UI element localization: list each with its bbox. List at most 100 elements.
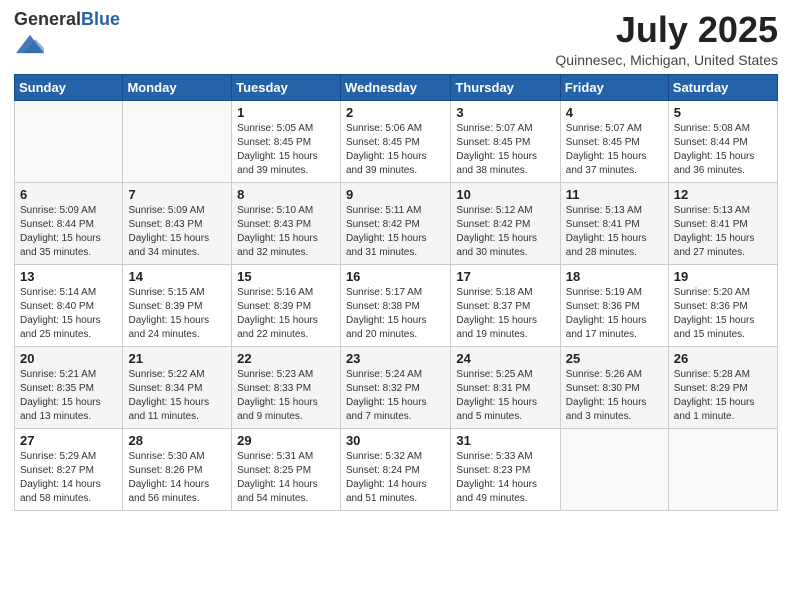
day-number: 25 [566,351,663,366]
day-info: Sunrise: 5:31 AMSunset: 8:25 PMDaylight:… [237,450,335,506]
day-number: 16 [346,269,445,284]
calendar-day-cell: 11 Sunrise: 5:13 AMSunset: 8:41 PMDayligh… [560,182,668,264]
day-info: Sunrise: 5:14 AMSunset: 8:40 PMDaylight:… [20,286,117,342]
day-number: 13 [20,269,117,284]
day-info: Sunrise: 5:29 AMSunset: 8:27 PMDaylight:… [20,450,117,506]
calendar-page: GeneralBlue July 2025 Quinnesec, Michiga… [0,0,792,612]
day-number: 6 [20,187,117,202]
day-number: 9 [346,187,445,202]
day-info: Sunrise: 5:25 AMSunset: 8:31 PMDaylight:… [456,368,554,424]
calendar-day-cell [123,100,232,182]
day-number: 1 [237,105,335,120]
day-number: 19 [674,269,772,284]
col-friday: Friday [560,74,668,100]
day-info: Sunrise: 5:26 AMSunset: 8:30 PMDaylight:… [566,368,663,424]
calendar-day-cell: 7 Sunrise: 5:09 AMSunset: 8:43 PMDaylight… [123,182,232,264]
col-thursday: Thursday [451,74,560,100]
day-number: 26 [674,351,772,366]
day-number: 21 [128,351,226,366]
logo-text: GeneralBlue [14,10,120,30]
logo: GeneralBlue [14,10,120,63]
calendar-day-cell: 17Sunrise: 5:18 AMSunset: 8:37 PMDayligh… [451,264,560,346]
day-number: 29 [237,433,335,448]
calendar-day-cell: 1Sunrise: 5:05 AMSunset: 8:45 PMDaylight… [232,100,341,182]
calendar-day-cell [560,428,668,510]
day-number: 7 [128,187,226,202]
day-info: Sunrise: 5:07 AMSunset: 8:45 PMDaylight:… [566,122,663,178]
day-number: 12 [674,187,772,202]
day-info: Sunrise: 5:16 AMSunset: 8:39 PMDaylight:… [237,286,335,342]
day-info: Sunrise: 5:07 AMSunset: 8:45 PMDaylight:… [456,122,554,178]
day-number: 10 [456,187,554,202]
day-info: Sunrise: 5:24 AMSunset: 8:32 PMDaylight:… [346,368,445,424]
calendar-day-cell: 16 Sunrise: 5:17 AMSunset: 8:38 PMDayligh… [340,264,450,346]
calendar-week-row: 27 Sunrise: 5:29 AMSunset: 8:27 PMDayligh… [15,428,778,510]
day-info: Sunrise: 5:19 AMSunset: 8:36 PMDaylight:… [566,286,663,342]
day-number: 22 [237,351,335,366]
day-number: 27 [20,433,117,448]
calendar-day-cell: 3Sunrise: 5:07 AMSunset: 8:45 PMDaylight… [451,100,560,182]
day-info: Sunrise: 5:30 AMSunset: 8:26 PMDaylight:… [128,450,226,506]
day-info: Sunrise: 5:09 AMSunset: 8:44 PMDaylight:… [20,204,117,260]
calendar-day-cell: 6 Sunrise: 5:09 AMSunset: 8:44 PMDaylight… [15,182,123,264]
calendar-day-cell: 23 Sunrise: 5:24 AMSunset: 8:32 PMDayligh… [340,346,450,428]
day-info: Sunrise: 5:33 AMSunset: 8:23 PMDaylight:… [456,450,554,506]
day-number: 14 [128,269,226,284]
day-info: Sunrise: 5:09 AMSunset: 8:43 PMDaylight:… [128,204,226,260]
calendar-header-row: Sunday Monday Tuesday Wednesday Thursday… [15,74,778,100]
calendar-day-cell: 10Sunrise: 5:12 AMSunset: 8:42 PMDayligh… [451,182,560,264]
calendar-day-cell: 29 Sunrise: 5:31 AMSunset: 8:25 PMDayligh… [232,428,341,510]
day-info: Sunrise: 5:20 AMSunset: 8:36 PMDaylight:… [674,286,772,342]
col-tuesday: Tuesday [232,74,341,100]
col-monday: Monday [123,74,232,100]
day-info: Sunrise: 5:08 AMSunset: 8:44 PMDaylight:… [674,122,772,178]
logo-icon [16,30,44,58]
day-number: 15 [237,269,335,284]
day-number: 20 [20,351,117,366]
calendar-day-cell: 22 Sunrise: 5:23 AMSunset: 8:33 PMDayligh… [232,346,341,428]
calendar-day-cell: 12 Sunrise: 5:13 AMSunset: 8:41 PMDayligh… [668,182,777,264]
day-number: 28 [128,433,226,448]
col-wednesday: Wednesday [340,74,450,100]
title-block: July 2025 Quinnesec, Michigan, United St… [555,10,778,68]
header: GeneralBlue July 2025 Quinnesec, Michiga… [14,10,778,68]
day-info: Sunrise: 5:21 AMSunset: 8:35 PMDaylight:… [20,368,117,424]
calendar-day-cell: 4 Sunrise: 5:07 AMSunset: 8:45 PMDaylight… [560,100,668,182]
day-number: 8 [237,187,335,202]
day-info: Sunrise: 5:17 AMSunset: 8:38 PMDaylight:… [346,286,445,342]
day-number: 31 [456,433,554,448]
day-number: 18 [566,269,663,284]
calendar-day-cell [15,100,123,182]
day-number: 4 [566,105,663,120]
calendar-week-row: 20 Sunrise: 5:21 AMSunset: 8:35 PMDayligh… [15,346,778,428]
day-info: Sunrise: 5:32 AMSunset: 8:24 PMDaylight:… [346,450,445,506]
day-number: 5 [674,105,772,120]
calendar-day-cell: 30Sunrise: 5:32 AMSunset: 8:24 PMDayligh… [340,428,450,510]
calendar-week-row: 13 Sunrise: 5:14 AMSunset: 8:40 PMDayligh… [15,264,778,346]
day-number: 11 [566,187,663,202]
calendar-day-cell: 9Sunrise: 5:11 AMSunset: 8:42 PMDaylight… [340,182,450,264]
location: Quinnesec, Michigan, United States [555,52,778,68]
calendar-day-cell: 27 Sunrise: 5:29 AMSunset: 8:27 PMDayligh… [15,428,123,510]
calendar-day-cell: 26 Sunrise: 5:28 AMSunset: 8:29 PMDayligh… [668,346,777,428]
calendar-day-cell [668,428,777,510]
day-info: Sunrise: 5:15 AMSunset: 8:39 PMDaylight:… [128,286,226,342]
calendar-week-row: 6 Sunrise: 5:09 AMSunset: 8:44 PMDaylight… [15,182,778,264]
calendar-day-cell: 13 Sunrise: 5:14 AMSunset: 8:40 PMDayligh… [15,264,123,346]
calendar-week-row: 1Sunrise: 5:05 AMSunset: 8:45 PMDaylight… [15,100,778,182]
day-info: Sunrise: 5:10 AMSunset: 8:43 PMDaylight:… [237,204,335,260]
day-info: Sunrise: 5:28 AMSunset: 8:29 PMDaylight:… [674,368,772,424]
calendar-table: Sunday Monday Tuesday Wednesday Thursday… [14,74,778,511]
day-info: Sunrise: 5:23 AMSunset: 8:33 PMDaylight:… [237,368,335,424]
calendar-day-cell: 14 Sunrise: 5:15 AMSunset: 8:39 PMDayligh… [123,264,232,346]
day-info: Sunrise: 5:13 AMSunset: 8:41 PMDaylight:… [674,204,772,260]
calendar-day-cell: 8 Sunrise: 5:10 AMSunset: 8:43 PMDaylight… [232,182,341,264]
day-info: Sunrise: 5:06 AMSunset: 8:45 PMDaylight:… [346,122,445,178]
calendar-day-cell: 25 Sunrise: 5:26 AMSunset: 8:30 PMDayligh… [560,346,668,428]
calendar-day-cell: 2Sunrise: 5:06 AMSunset: 8:45 PMDaylight… [340,100,450,182]
day-number: 23 [346,351,445,366]
day-number: 24 [456,351,554,366]
day-info: Sunrise: 5:13 AMSunset: 8:41 PMDaylight:… [566,204,663,260]
day-info: Sunrise: 5:22 AMSunset: 8:34 PMDaylight:… [128,368,226,424]
calendar-day-cell: 18 Sunrise: 5:19 AMSunset: 8:36 PMDayligh… [560,264,668,346]
